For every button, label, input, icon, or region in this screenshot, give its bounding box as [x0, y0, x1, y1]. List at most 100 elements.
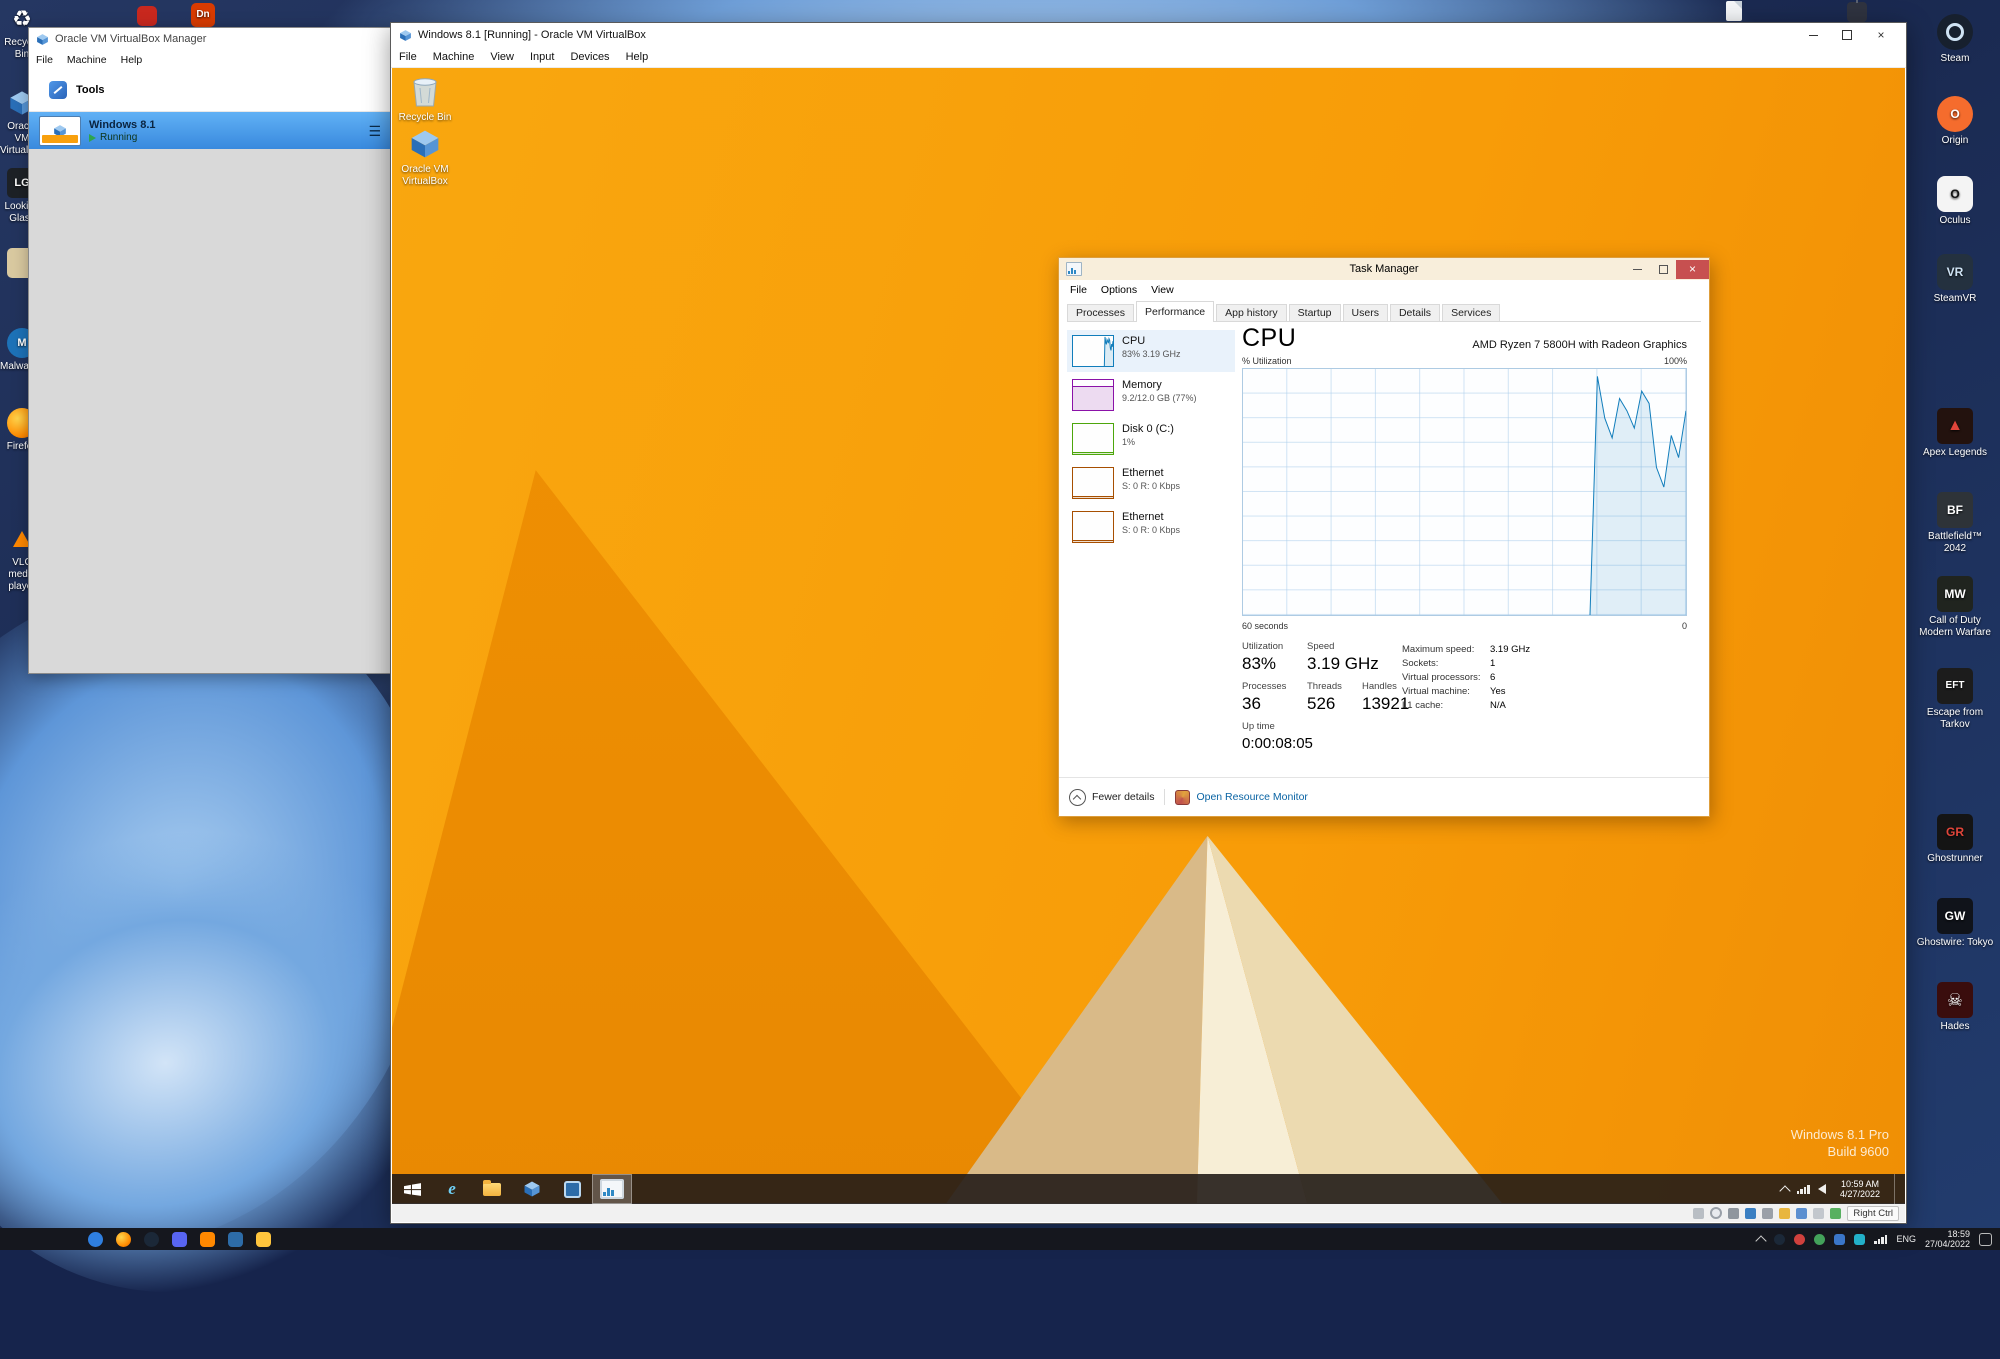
tab-performance[interactable]: Performance	[1136, 301, 1214, 322]
vm-window-titlebar[interactable]: Windows 8.1 [Running] - Oracle VM Virtua…	[391, 23, 1906, 47]
desktop-icon-top-3[interactable]	[1722, 1, 1746, 24]
tray-icon[interactable]	[1834, 1234, 1845, 1245]
guest-icon-virtualbox[interactable]: Oracle VM VirtualBox	[393, 128, 457, 188]
task-manager-titlebar[interactable]: Task Manager ×	[1059, 258, 1709, 280]
desktop-icon-apex-legends[interactable]: ▲ Apex Legends	[1916, 408, 1994, 459]
recording-status-icon[interactable]	[1813, 1208, 1824, 1219]
edge-icon[interactable]	[88, 1232, 103, 1247]
tools-header[interactable]: Tools	[29, 69, 391, 112]
language-indicator[interactable]: ENG	[1896, 1234, 1916, 1244]
guest-taskbar-app[interactable]	[552, 1174, 592, 1204]
steam-tray-icon[interactable]	[1774, 1234, 1785, 1245]
sidebar-item-cpu[interactable]: CPU 83% 3.19 GHz	[1067, 330, 1235, 372]
cpu-info-list: Maximum speed:3.19 GHz Sockets:1 Virtual…	[1402, 643, 1530, 713]
minimize-button[interactable]	[1796, 24, 1830, 46]
discord-icon[interactable]	[172, 1232, 187, 1247]
audio-status-icon[interactable]	[1728, 1208, 1739, 1219]
divider	[1164, 789, 1165, 805]
desktop-icon-oculus[interactable]: O Oculus	[1916, 176, 1994, 227]
sidebar-item-disk0[interactable]: Disk 0 (C:) 1%	[1067, 418, 1235, 460]
tray-icon[interactable]	[1794, 1234, 1805, 1245]
desktop-icon-origin[interactable]: O Origin	[1916, 96, 1994, 147]
show-hidden-icons[interactable]	[1756, 1235, 1767, 1246]
network-icon[interactable]	[1797, 1185, 1810, 1194]
vm-menu-icon[interactable]: ☰	[368, 124, 381, 138]
desktop-icon-ghostwire[interactable]: GW Ghostwire: Tokyo	[1916, 898, 1994, 949]
network-status-icon[interactable]	[1745, 1208, 1756, 1219]
menu-view[interactable]: View	[482, 51, 522, 63]
close-button[interactable]: ×	[1864, 24, 1898, 46]
menu-file[interactable]: File	[29, 54, 60, 66]
menu-devices[interactable]: Devices	[562, 51, 617, 63]
sidebar-item-memory[interactable]: Memory 9.2/12.0 GB (77%)	[1067, 374, 1235, 416]
guest-taskbar-explorer[interactable]	[472, 1174, 512, 1204]
shared-folders-status-icon[interactable]	[1779, 1208, 1790, 1219]
display-status-icon[interactable]	[1796, 1208, 1807, 1219]
minimize-button[interactable]	[1624, 260, 1650, 279]
firefox-icon[interactable]	[116, 1232, 131, 1247]
tab-services[interactable]: Services	[1442, 304, 1500, 321]
vlc-icon[interactable]	[200, 1232, 215, 1247]
guest-start-button[interactable]	[392, 1174, 432, 1204]
desktop-icon-tarkov[interactable]: EFT Escape from Tarkov	[1916, 668, 1994, 731]
steam-icon[interactable]	[144, 1232, 159, 1247]
desktop-icon-ghostrunner[interactable]: GR Ghostrunner	[1916, 814, 1994, 865]
tools-label: Tools	[76, 84, 105, 96]
maximize-button[interactable]	[1650, 260, 1676, 279]
desktop-icon-hades[interactable]: ☠ Hades	[1916, 982, 1994, 1033]
tray-icon[interactable]	[1854, 1234, 1865, 1245]
usb-status-icon[interactable]	[1762, 1208, 1773, 1219]
guest-clock[interactable]: 10:59 AM 4/27/2022	[1834, 1179, 1886, 1199]
desktop-icon-steamvr[interactable]: VR SteamVR	[1916, 254, 1994, 305]
open-resource-monitor-link[interactable]: Open Resource Monitor	[1175, 790, 1307, 805]
desktop-icon-steam[interactable]: Steam	[1916, 14, 1994, 65]
mouse-integration-status-icon[interactable]	[1830, 1208, 1841, 1219]
optical-disk-status-icon[interactable]	[1710, 1207, 1722, 1219]
menu-help[interactable]: Help	[618, 51, 657, 63]
fewer-details-button[interactable]: Fewer details	[1069, 789, 1154, 806]
maximize-button[interactable]	[1830, 24, 1864, 46]
tab-app-history[interactable]: App history	[1216, 304, 1287, 321]
tab-users[interactable]: Users	[1343, 304, 1388, 321]
menu-help[interactable]: Help	[114, 54, 150, 66]
desktop-icon-cod-mw[interactable]: MW Call of Duty Modern Warfare	[1916, 576, 1994, 639]
menu-machine[interactable]: Machine	[60, 54, 114, 66]
menu-view[interactable]: View	[1144, 284, 1181, 296]
y-axis-label: % Utilization	[1242, 356, 1292, 366]
ghostrunner-icon: GR	[1937, 814, 1973, 850]
network-icon[interactable]	[1874, 1235, 1887, 1244]
volume-icon[interactable]	[1818, 1184, 1826, 1194]
menu-file[interactable]: File	[391, 51, 425, 63]
tray-icon[interactable]	[1814, 1234, 1825, 1245]
tab-details[interactable]: Details	[1390, 304, 1440, 321]
show-desktop-button[interactable]	[1894, 1174, 1901, 1204]
guest-taskbar-ie[interactable]: e	[432, 1174, 472, 1204]
ghostwire-icon: GW	[1937, 898, 1973, 934]
menu-machine[interactable]: Machine	[425, 51, 483, 63]
sidebar-item-ethernet-1[interactable]: Ethernet S: 0 R: 0 Kbps	[1067, 462, 1235, 504]
desktop-icon-top-2[interactable]: Dn	[188, 3, 218, 30]
virtualbox-manager-titlebar[interactable]: Oracle VM VirtualBox Manager	[29, 28, 391, 50]
tab-processes[interactable]: Processes	[1067, 304, 1134, 321]
vm-list-item-windows81[interactable]: Windows 8.1 Running ☰	[29, 112, 391, 150]
host-clock[interactable]: 18:59 27/04/2022	[1925, 1229, 1970, 1249]
app-icon	[564, 1181, 581, 1198]
hard-disk-status-icon[interactable]	[1693, 1208, 1704, 1219]
virtualbox-icon[interactable]	[228, 1232, 243, 1247]
virtualbox-icon	[36, 33, 49, 46]
desktop-icon-top-1[interactable]	[132, 6, 162, 29]
steam-icon	[1937, 14, 1973, 50]
close-button[interactable]: ×	[1676, 260, 1709, 279]
desktop-icon-battlefield-2042[interactable]: BF Battlefield™ 2042	[1916, 492, 1994, 555]
file-explorer-icon[interactable]	[256, 1232, 271, 1247]
menu-input[interactable]: Input	[522, 51, 562, 63]
guest-icon-recycle-bin[interactable]: Recycle Bin	[393, 74, 457, 124]
sidebar-item-ethernet-2[interactable]: Ethernet S: 0 R: 0 Kbps	[1067, 506, 1235, 548]
guest-taskbar-virtualbox[interactable]	[512, 1174, 552, 1204]
tab-startup[interactable]: Startup	[1289, 304, 1341, 321]
menu-file[interactable]: File	[1063, 284, 1094, 296]
show-hidden-icons[interactable]	[1779, 1185, 1790, 1196]
guest-taskbar-task-manager[interactable]	[592, 1174, 632, 1204]
menu-options[interactable]: Options	[1094, 284, 1144, 296]
notification-center-icon[interactable]	[1979, 1233, 1992, 1246]
